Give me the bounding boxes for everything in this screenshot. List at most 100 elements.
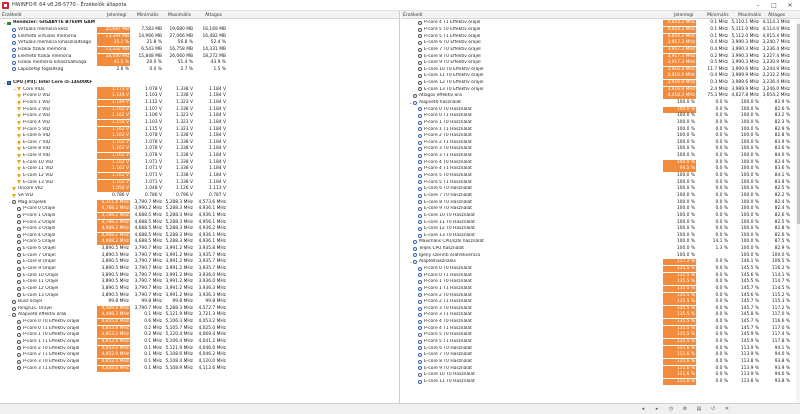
expand-chevron-icon[interactable]: ⌄ <box>3 80 6 84</box>
sensor-row[interactable]: E-core 9 T0 Használat 100.0 % 0.0 % 100.0 %… <box>401 206 800 213</box>
sensor-row[interactable]: P-core 5 Órajel 4,988.2 MHz 4,688.5 MHz 5,2… <box>0 239 399 246</box>
sensor-row[interactable]: E-core 6 T0 Effektív órajel 3,917.3 MHz 0.… <box>401 40 800 47</box>
sensor-row[interactable]: E-core 12 T0 Használat 100.0 % 0.0 % 100.0 … <box>401 226 800 233</box>
col-header-max[interactable]: Maximális <box>168 13 191 18</box>
sensor-row[interactable]: P-core 4 T0 Használat 135.5 % 0.0 % 145.7 %… <box>401 319 800 326</box>
expand-chevron-icon[interactable]: ⌄ <box>409 260 412 264</box>
sensor-row[interactable]: P-core 0 T1 Használat 135.5 % 0.0 % 145.6 %… <box>401 272 800 279</box>
sensor-row[interactable]: E-core 12 VID 1.162 V 1.071 V 1.338 V 1.184 … <box>0 173 399 180</box>
sensor-row[interactable]: P-core 0 T1 Használat 100.0 % 0.0 % 100.0 %… <box>401 113 800 120</box>
settings-icon[interactable]: ⚙ <box>682 406 688 412</box>
sensor-group-row[interactable]: ⌄ CPU [#0]: Intel Core i5-14600KF <box>0 80 399 87</box>
sensor-row[interactable]: E-core 12 Órajel 3,890.5 MHz 3,790.7 MHz 3,… <box>0 286 399 293</box>
scrollbar-thumb[interactable] <box>796 24 800 224</box>
sensor-row[interactable]: P-core 3 Órajel 4,988.2 MHz 4,688.5 MHz 5,2… <box>0 226 399 233</box>
col-header-avg[interactable]: Átlagos <box>768 13 785 18</box>
sensor-row[interactable]: P-core 2 T0 Használat 135.5 % 0.0 % 145.6 %… <box>401 292 800 299</box>
expand-chevron-icon[interactable]: ⌄ <box>3 21 6 25</box>
forward-icon[interactable]: ▸ <box>654 406 660 412</box>
sensor-row[interactable]: Teljes CPU használat 100.0 % 1.3 % 100.0 % 8… <box>401 246 800 253</box>
sensor-row[interactable]: E-core 11 VID 1.162 V 1.071 V 1.338 V 1.184 … <box>0 166 399 173</box>
sensor-row[interactable]: P-core 2 Órajel 4,788.2 MHz 4,688.5 MHz 5,2… <box>0 219 399 226</box>
sensor-row[interactable]: P-core 5 T0 Használat 135.5 % 0.0 % 145.9 %… <box>401 332 800 339</box>
sensor-row[interactable]: P-core 0 T0 Effektív órajel 4,855.0 MHz 0.… <box>0 319 399 326</box>
minimize-button[interactable]: – <box>752 0 764 11</box>
sensor-row[interactable]: E-core 9 Órajel 3,890.5 MHz 3,790.7 MHz 3,9… <box>0 266 399 273</box>
sensor-row[interactable]: E-core 9 T0 Effektív órajel 3,917.3 MHz 0.… <box>401 60 800 67</box>
expand-chevron-icon[interactable]: ⌄ <box>8 200 11 204</box>
sensor-row[interactable]: P-core 1 T0 Használat 135.5 % 0.0 % 145.5 %… <box>401 279 800 286</box>
col-header-current[interactable]: Jelenlegi <box>107 13 127 18</box>
sensor-row[interactable]: E-core 10 T0 Használat 111.6 % 0.0 % 113.9 … <box>401 372 800 379</box>
expand-chevron-icon[interactable]: ⌄ <box>409 100 412 104</box>
sensor-row[interactable]: E-core 12 T0 Effektív órajel 3,916.9 MHz 0… <box>401 80 800 87</box>
sensor-row[interactable]: E-core 11 T0 Használat 100.0 % 0.0 % 100.0 … <box>401 219 800 226</box>
sensor-row[interactable]: P-core 1 Órajel 4,788.2 MHz 4,688.5 MHz 5,2… <box>0 212 399 220</box>
col-header-max[interactable]: Maximális <box>738 13 761 18</box>
sensor-row[interactable]: P-core 5 T1 Effektív órajel 4,854.2 MHz 0.… <box>401 33 800 40</box>
sensor-row[interactable]: E-core 6 Órajel 3,890.5 MHz 3,790.7 MHz 3,9… <box>0 246 399 253</box>
sensor-row[interactable]: P-core 2 T1 Effektív órajel 4,852.9 MHz 0.… <box>0 352 399 359</box>
sensor-row[interactable]: P-core 3 T0 Effektív órajel 4,852.4 MHz 0.… <box>0 358 399 366</box>
sensor-row[interactable]: E-core 10 VID 1.162 V 1.071 V 1.338 V 1.184 … <box>0 159 399 166</box>
sensor-row[interactable]: P-core 1 T1 Használat 100.0 % 0.0 % 100.0 %… <box>401 126 800 133</box>
sensor-row[interactable]: P-core 4 VID 1.154 V 1.103 V 1.323 V 1.184 V <box>0 119 399 127</box>
sensor-row[interactable]: Elérhető virtuális memória 13,344 MB 14,96… <box>0 33 399 40</box>
sensor-row[interactable]: E-core 7 T0 Effektív órajel 3,917.3 MHz 0.… <box>401 46 800 54</box>
col-header-avg[interactable]: Átlagos <box>205 13 222 18</box>
sensor-row[interactable]: E-core 9 VID 1.162 V 1.078 V 1.338 V 1.184 V <box>0 153 399 160</box>
sensor-row[interactable]: E-core 8 T0 Effektív órajel 3,917.3 MHz 0.… <box>401 53 800 60</box>
sensor-row[interactable]: P-core 0 T0 Használat 135.5 % 0.0 % 145.5 %… <box>401 266 800 273</box>
sensor-row[interactable]: P-core 5 T1 Használat 135.5 % 0.0 % 145.9 %… <box>401 339 800 346</box>
sensor-row[interactable]: ⌄ Core VIDs 1.173 V 1.078 V 1.338 V 1.184 V <box>0 86 399 93</box>
sensor-row[interactable]: P-core 0 VID 1.149 V 1.103 V 1.338 V 1.184 V <box>0 93 399 100</box>
sensor-row[interactable]: P-core 3 VID 1.162 V 1.106 V 1.323 V 1.184 V <box>0 113 399 120</box>
sensor-row[interactable]: P-core 0 T0 Használat 100.0 % 0.0 % 100.0 %… <box>401 106 800 113</box>
sensor-row[interactable]: P-core 1 T1 Effektív órajel 4,853.8 MHz 0.… <box>0 339 399 346</box>
col-header-sensor[interactable]: Érzékelő <box>2 13 21 18</box>
reset-icon[interactable]: ↺ <box>710 406 716 412</box>
sensor-row[interactable]: P-core 2 T1 Használat 135.5 % 0.0 % 145.7 %… <box>401 299 800 306</box>
sensor-row[interactable]: P-core 1 T0 Effektív órajel 4,853.2 MHz 0.… <box>0 332 399 339</box>
export-icon[interactable]: ▤ <box>696 406 702 412</box>
sensor-row[interactable]: Virtuális memória kész 25,687 MB 7,583 MB 1… <box>0 26 399 34</box>
sensor-row[interactable]: Fizikai memória kihasználtsága 41.5 % 20.0… <box>0 60 399 67</box>
sensor-row[interactable]: ⌄ Mag órajelek 5,311.8 MHz 3,790.7 MHz 5,288… <box>0 199 399 206</box>
sensor-row[interactable]: E-core 11 T0 Használat 111.6 % 0.0 % 113.8 … <box>401 378 800 386</box>
sensor-row[interactable]: Virtuális memória kihasználtsága 35.1 % 21… <box>0 40 399 47</box>
col-header-current[interactable]: Jelenlegi <box>674 13 694 18</box>
sensor-row[interactable]: E-core 7 T0 Használat 100.0 % 0.0 % 100.0 %… <box>401 193 800 200</box>
sensor-row[interactable]: ⌄ Alapfelhasználás 117.2 % 0.0 % 146.1 % 106.… <box>401 259 800 266</box>
sensor-row[interactable]: E-core 11 Órajel 3,890.5 MHz 3,790.7 MHz 3,… <box>0 279 399 286</box>
sensor-row[interactable]: P-core 5 VID 1.162 V 1.115 V 1.323 V 1.184 V <box>0 126 399 133</box>
sensor-row[interactable]: Uncore VID 1.050 V 1.048 V 1.126 V 1.113 V <box>0 186 399 193</box>
col-header-min[interactable]: Minimális <box>137 13 159 18</box>
sensor-row[interactable]: P-core 4 T1 Használat 94.5 % 0.0 % 100.0 % 8… <box>401 166 800 173</box>
col-header-sensor[interactable]: Érzékelő <box>403 13 422 18</box>
sensor-row[interactable]: E-core 6 T0 Használat 100.0 % 0.0 % 100.0 %… <box>401 186 800 193</box>
vertical-scrollbar[interactable] <box>796 20 800 403</box>
sensor-row[interactable]: E-core 13 Órajel 3,890.5 MHz 3,790.7 MHz 3,… <box>0 292 399 299</box>
sensor-row[interactable]: P-core 5 T0 Effektív órajel 4,854.2 MHz 0.… <box>401 26 800 34</box>
sensor-row[interactable]: E-core 8 T0 Használat 100.0 % 0.0 % 100.0 %… <box>401 199 800 206</box>
sensor-row[interactable]: P-core 0 Órajel 4,788.2 MHz 3,990.2 MHz 5,2… <box>0 206 399 213</box>
expand-chevron-icon[interactable]: ⌄ <box>8 313 11 317</box>
close-button[interactable]: ✕ <box>784 0 796 11</box>
sensor-row[interactable]: Maximális CPU/szál használat 100.0 % 14.1 … <box>401 239 800 246</box>
sensor-row[interactable]: P-core 3 T1 Effektív órajel 4,848.8 MHz 0.… <box>0 365 399 372</box>
expand-chevron-icon[interactable]: ⌄ <box>13 87 16 91</box>
sensor-row[interactable]: E-core 8 T0 Használat 111.6 % 0.0 % 113.8 %… <box>401 358 800 366</box>
sensor-row[interactable]: P-core 3 T0 Használat 100.0 % 0.0 % 100.0 %… <box>401 146 800 153</box>
sensor-row[interactable]: E-core 13 VID 1.162 V 1.071 V 1.338 V 1.184 … <box>0 179 399 186</box>
sensor-row[interactable]: Átlagos effektív óra 4,458.3 MHz 75.3 MHz 4… <box>401 93 800 100</box>
sensor-row[interactable]: E-core 8 Órajel 3,890.5 MHz 3,790.7 MHz 3,9… <box>0 259 399 266</box>
sensor-row[interactable]: Busz órajel 99.8 MHz 99.8 MHz 99.8 MHz 99.8 … <box>0 299 399 306</box>
sensor-row[interactable]: P-core 2 VID 1.162 V 1.107 V 1.338 V 1.184 V <box>0 106 399 113</box>
col-header-min[interactable]: Minimális <box>707 13 729 18</box>
sensor-row[interactable]: E-core 10 T0 Használat 100.0 % 0.0 % 100.0 … <box>401 213 800 220</box>
sensor-row[interactable]: E-core 8 VID 1.162 V 1.078 V 1.338 V 1.184 V <box>0 146 399 153</box>
sensor-row[interactable]: P-core 5 T0 Használat 100.0 % 0.0 % 100.0 %… <box>401 173 800 180</box>
sensor-row[interactable]: Fizikai fizikai memória 13,332 MB 6,543 MB… <box>0 46 399 54</box>
clock-icon[interactable]: ◷ <box>668 406 674 412</box>
sensor-row[interactable]: P-core 3 T1 Használat 135.5 % 0.0 % 145.8 %… <box>401 312 800 319</box>
